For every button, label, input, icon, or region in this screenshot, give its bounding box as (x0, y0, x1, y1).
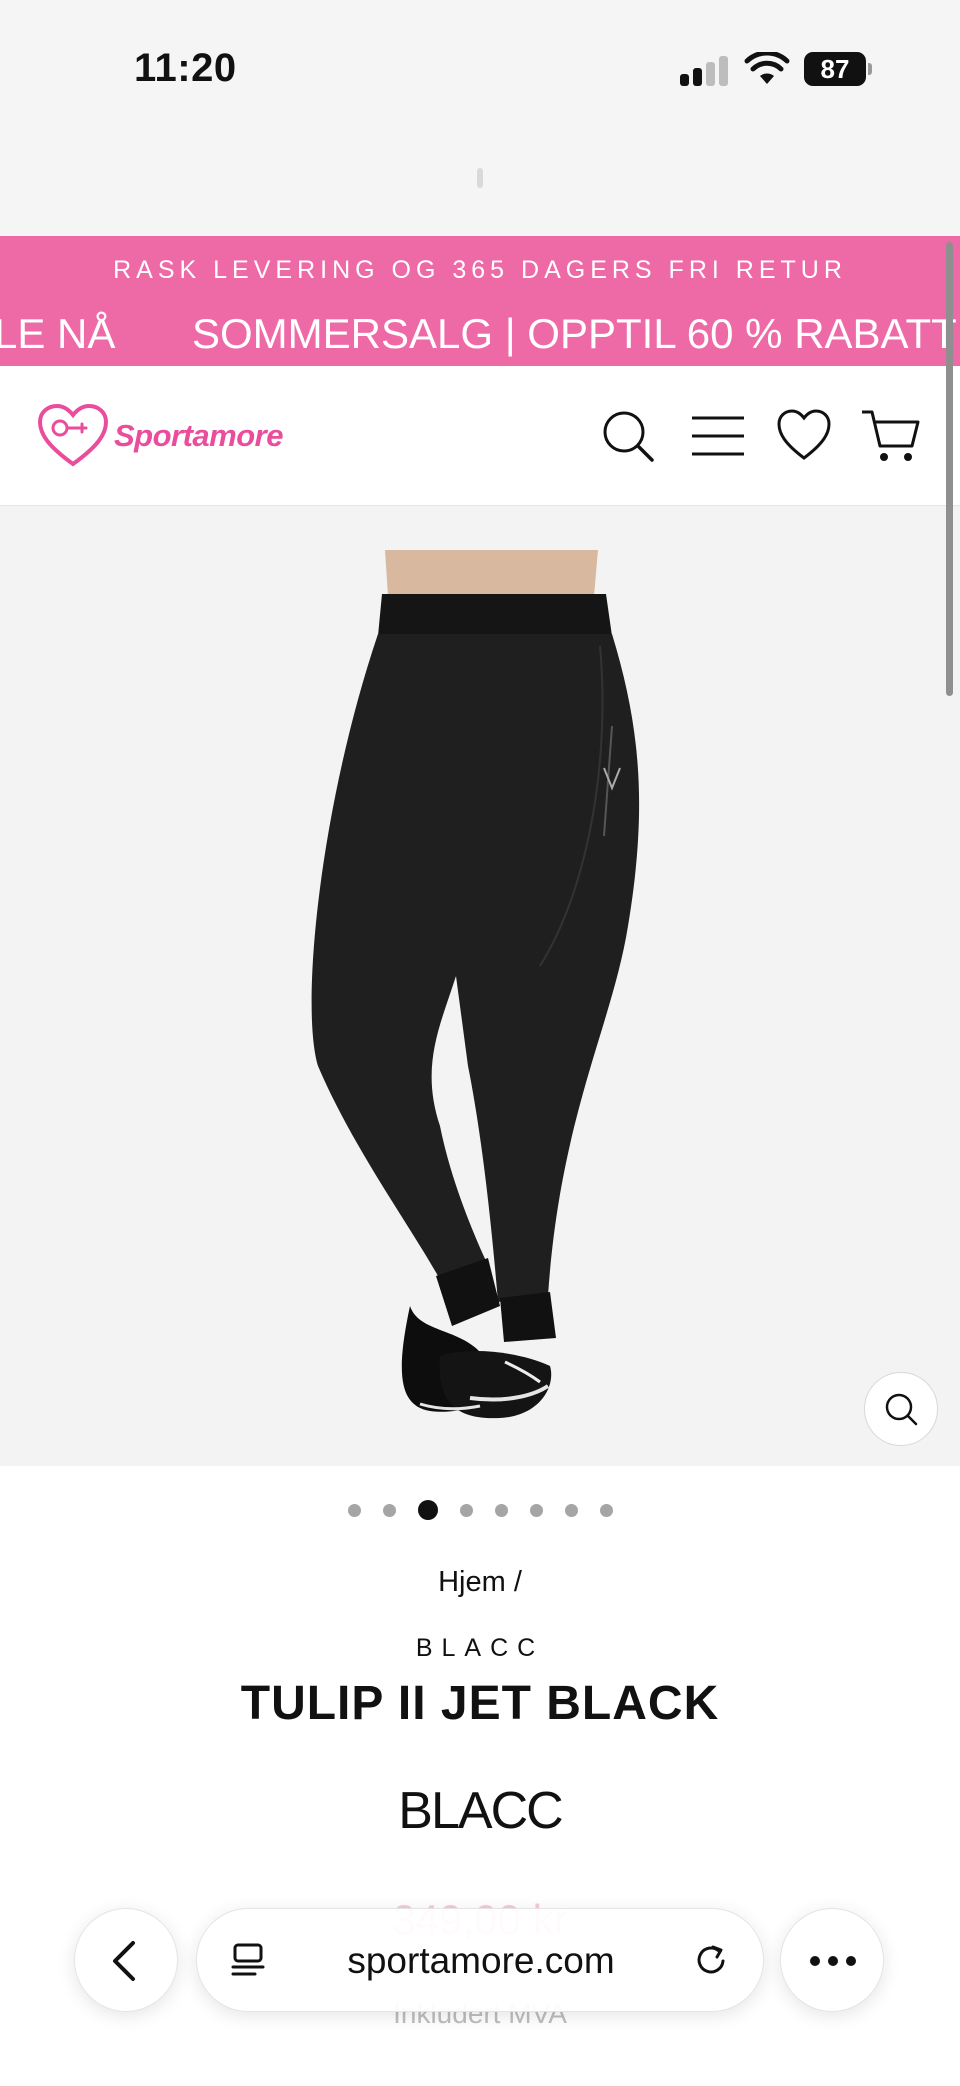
battery-level: 87 (804, 52, 866, 86)
gallery-dot[interactable] (529, 1503, 543, 1517)
cellular-signal-icon (680, 56, 730, 86)
product-image[interactable] (0, 506, 960, 1466)
promo-shipping-text: RASK LEVERING OG 365 DAGERS FRI RETUR (113, 256, 847, 284)
status-time: 11:20 (134, 46, 237, 90)
brand-logo[interactable]: BLACC (390, 1782, 570, 1838)
cart-icon[interactable] (860, 408, 922, 464)
gallery-dot[interactable] (494, 1503, 508, 1517)
browser-top-strip (0, 140, 960, 236)
back-button[interactable] (74, 1908, 178, 2012)
status-bar: 11:20 87 (0, 0, 960, 140)
site-logo[interactable]: Sportamore (38, 404, 283, 468)
heart-icon[interactable] (776, 408, 832, 464)
scrollbar-thumb[interactable] (946, 242, 953, 696)
gallery-dot[interactable] (459, 1503, 473, 1517)
gallery-dot[interactable] (347, 1503, 361, 1517)
loading-indicator (477, 168, 483, 188)
gallery-dot[interactable] (599, 1503, 613, 1517)
promo-ticker-sale: SOMMERSALG | OPPTIL 60 % RABATT (192, 310, 957, 357)
more-options-button[interactable] (780, 1908, 884, 2012)
zoom-icon (885, 1393, 918, 1426)
wifi-icon (744, 52, 790, 84)
gallery-dot[interactable] (564, 1503, 578, 1517)
more-dots-icon (810, 1956, 856, 1966)
chevron-left-icon (113, 1941, 135, 1981)
heart-logo-icon (38, 404, 108, 467)
product-brand[interactable]: BLACC (0, 1634, 960, 1663)
promo-ticker-left: LE NÅ (0, 310, 116, 357)
address-bar[interactable]: sportamore.com (196, 1908, 764, 2012)
logo-text: Sportamore (114, 418, 283, 453)
gallery-dot-active[interactable] (417, 1500, 438, 1520)
gallery-pagination (0, 1500, 960, 1520)
battery-icon: 87 (804, 52, 872, 86)
breadcrumb[interactable]: Hjem / (0, 1566, 960, 1599)
site-header: Sportamore (0, 366, 960, 506)
zoom-button[interactable] (864, 1372, 938, 1446)
promo-banner[interactable]: RASK LEVERING OG 365 DAGERS FRI RETUR LE… (0, 236, 960, 366)
brand-logo-text: BLACC (398, 1782, 562, 1838)
product-photo-pants (311, 550, 640, 1419)
menu-icon[interactable] (690, 408, 746, 464)
product-title: TULIP II JET BLACK (240, 1677, 720, 1730)
url-text: sportamore.com (347, 1940, 615, 1981)
search-icon[interactable] (600, 408, 656, 464)
gallery-dot[interactable] (382, 1503, 396, 1517)
reload-icon[interactable] (691, 1939, 735, 1983)
